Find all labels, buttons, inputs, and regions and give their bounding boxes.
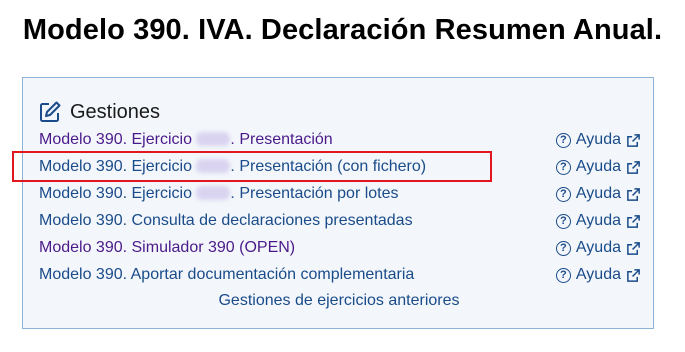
list-item: Modelo 390. Aportar documentación comple…	[39, 262, 641, 288]
help-link[interactable]: ? Ayuda	[555, 185, 641, 203]
ejercicios-anteriores-link[interactable]: Gestiones de ejercicios anteriores	[23, 292, 655, 310]
panel-header: Gestiones	[38, 99, 160, 125]
external-link-icon	[627, 187, 640, 201]
question-icon: ?	[555, 240, 571, 256]
list-item: Modelo 390. Ejercicio . Presentación ? A…	[39, 127, 641, 153]
question-icon: ?	[555, 159, 571, 175]
help-link[interactable]: ? Ayuda	[555, 158, 641, 176]
help-link[interactable]: ? Ayuda	[555, 131, 641, 149]
link-aportar-documentacion[interactable]: Modelo 390. Aportar documentación comple…	[39, 266, 414, 284]
link-presentacion[interactable]: Modelo 390. Ejercicio . Presentación	[39, 131, 333, 149]
gestiones-panel: Gestiones Modelo 390. Ejercicio . Presen…	[22, 77, 654, 329]
question-icon: ?	[555, 267, 571, 283]
blurred-year	[196, 186, 231, 200]
help-label: Ayuda	[575, 239, 621, 256]
question-icon: ?	[555, 186, 571, 202]
help-label: Ayuda	[575, 185, 621, 202]
help-link[interactable]: ? Ayuda	[555, 239, 641, 257]
question-icon: ?	[555, 213, 571, 229]
help-label: Ayuda	[575, 212, 621, 229]
list-item: Modelo 390. Ejercicio . Presentación por…	[39, 181, 641, 207]
link-suffix: . Presentación por lotes	[230, 185, 399, 202]
external-link-icon	[627, 268, 640, 282]
external-link-icon	[627, 160, 640, 174]
link-prefix: Modelo 390. Ejercicio	[39, 185, 192, 202]
help-link[interactable]: ? Ayuda	[555, 266, 641, 284]
list-item: Modelo 390. Simulador 390 (OPEN) ? Ayuda	[39, 235, 641, 261]
help-label: Ayuda	[575, 266, 621, 283]
page-title: Modelo 390. IVA. Declaración Resumen Anu…	[22, 14, 663, 46]
link-presentacion-por-lotes[interactable]: Modelo 390. Ejercicio . Presentación por…	[39, 185, 399, 203]
external-link-icon	[627, 133, 640, 147]
panel-title: Gestiones	[70, 100, 161, 123]
external-link-icon	[627, 214, 640, 228]
help-label: Ayuda	[575, 131, 621, 148]
link-prefix: Modelo 390. Simulador 390 (OPEN)	[39, 239, 296, 256]
question-icon: ?	[555, 132, 571, 148]
help-label: Ayuda	[575, 158, 621, 175]
link-consulta-declaraciones[interactable]: Modelo 390. Consulta de declaraciones pr…	[39, 212, 413, 230]
link-prefix: Modelo 390. Aportar documentación comple…	[39, 266, 415, 283]
list-item: Modelo 390. Consulta de declaraciones pr…	[39, 208, 641, 234]
link-prefix: Modelo 390. Consulta de declaraciones pr…	[39, 212, 413, 229]
link-suffix: . Presentación	[230, 131, 333, 148]
edit-icon	[38, 100, 62, 124]
help-link[interactable]: ? Ayuda	[555, 212, 641, 230]
link-prefix: Modelo 390. Ejercicio	[39, 131, 192, 148]
link-simulador-390[interactable]: Modelo 390. Simulador 390 (OPEN)	[39, 239, 295, 257]
external-link-icon	[627, 241, 640, 255]
highlight-box	[12, 151, 492, 182]
blurred-year	[196, 132, 231, 146]
